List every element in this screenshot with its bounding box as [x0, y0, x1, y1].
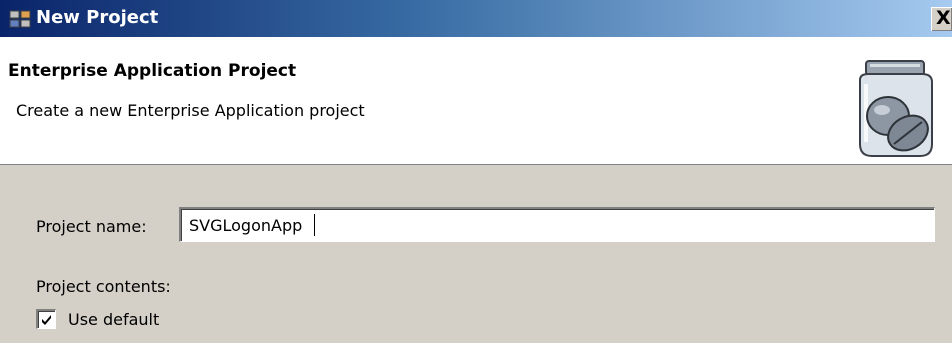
- project-name-label: Project name:: [36, 217, 147, 236]
- window-title: New Project: [36, 7, 159, 28]
- check-icon: [42, 315, 51, 325]
- use-default-label[interactable]: Use default: [68, 310, 159, 329]
- close-icon: X: [936, 7, 951, 29]
- new-project-dialog: New Project X Enterprise Application Pro…: [0, 0, 952, 343]
- project-contents-label: Project contents:: [36, 277, 171, 296]
- use-default-checkbox[interactable]: [36, 309, 56, 329]
- wizard-page-title: Enterprise Application Project: [8, 61, 297, 81]
- project-name-input[interactable]: [179, 207, 935, 242]
- wizard-banner: Enterprise Application Project Create a …: [0, 37, 952, 165]
- title-bar[interactable]: New Project X: [0, 0, 952, 37]
- jar-with-beans-icon: [859, 60, 933, 157]
- new-project-icon: [9, 10, 31, 28]
- close-button[interactable]: X: [931, 7, 952, 31]
- text-caret: [314, 214, 315, 236]
- wizard-page-description: Create a new Enterprise Application proj…: [16, 101, 365, 120]
